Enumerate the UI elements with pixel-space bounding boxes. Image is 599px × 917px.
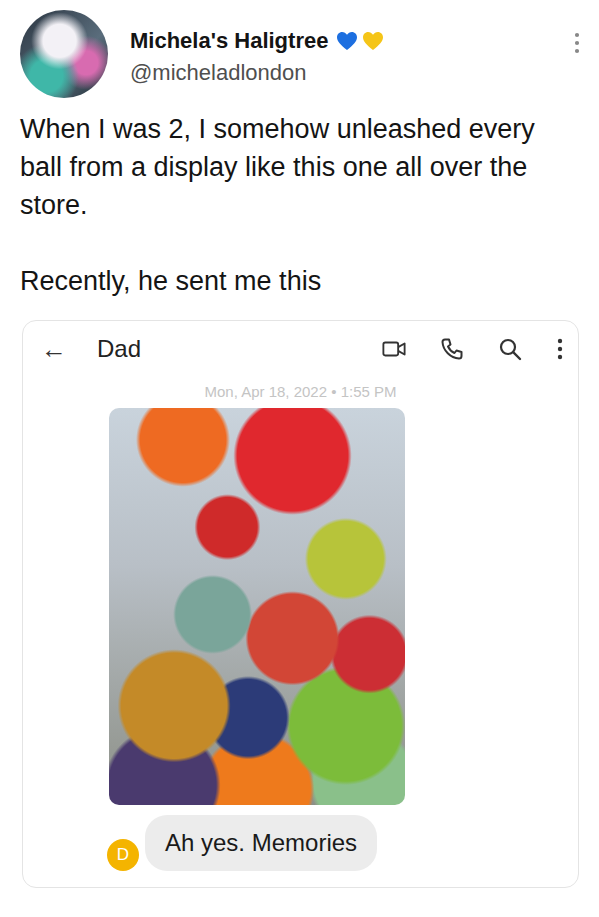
author-handle[interactable]: @micheladlondon xyxy=(130,60,573,86)
sender-avatar: D xyxy=(107,839,139,871)
menu-icon[interactable] xyxy=(556,337,564,361)
phone-icon[interactable] xyxy=(440,337,464,361)
tweet-text: Recently, he sent me this xyxy=(20,262,579,300)
ball-display-photo[interactable] xyxy=(109,408,405,805)
more-options-icon[interactable] xyxy=(573,30,581,56)
heart-icon xyxy=(336,31,358,51)
message-bubble: Ah yes. Memories xyxy=(145,815,377,871)
tweet-page: Michela's Haligtree @micheladlondon When I… xyxy=(0,0,599,917)
heart-icon xyxy=(362,31,384,51)
attached-screenshot[interactable]: ← Dad Mon, Apr 18, 2022 • 1:55 PM DAh yes. … xyxy=(22,320,579,888)
author-avatar[interactable] xyxy=(20,10,108,98)
author-name-row: Michela's Haligtree xyxy=(130,28,573,54)
toolbar xyxy=(382,337,564,361)
contact-name: Dad xyxy=(97,335,382,363)
author-info: Michela's Haligtree @micheladlondon xyxy=(108,10,573,86)
tweet-body: When I was 2, I somehow unleashed every … xyxy=(0,98,599,300)
message-timestamp: Mon, Apr 18, 2022 • 1:55 PM xyxy=(23,377,578,408)
author-name[interactable]: Michela's Haligtree xyxy=(130,28,328,54)
search-icon[interactable] xyxy=(498,337,522,361)
back-button[interactable]: ← xyxy=(41,334,67,365)
message-row: DAh yes. Memories xyxy=(107,815,578,871)
tweet-text: When I was 2, I somehow unleashed every … xyxy=(20,110,579,224)
tweet-header: Michela's Haligtree @micheladlondon xyxy=(0,0,599,98)
video-call-icon[interactable] xyxy=(382,337,406,361)
conversation-bar: ← Dad xyxy=(23,321,578,377)
